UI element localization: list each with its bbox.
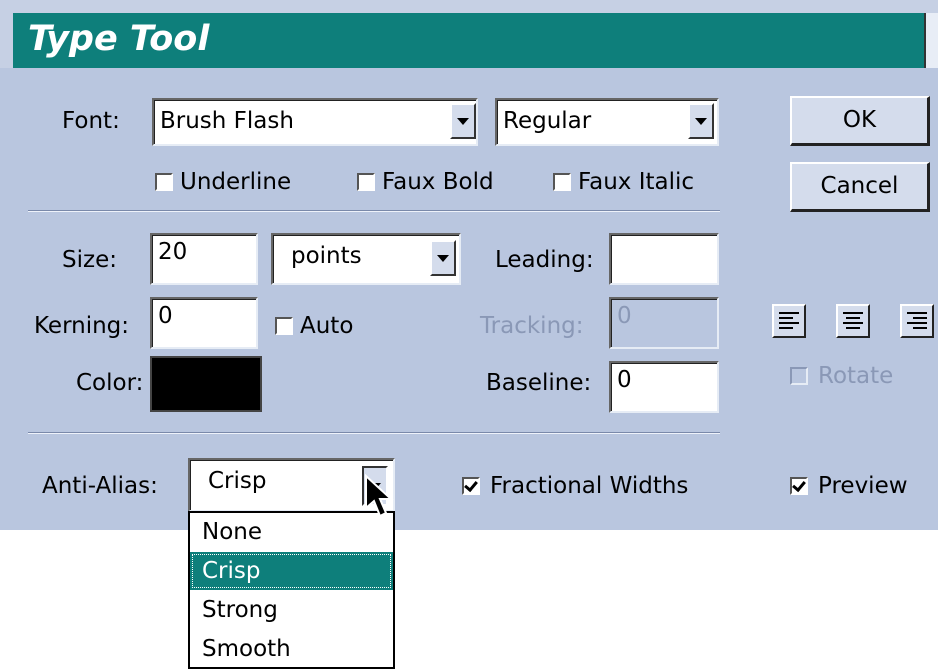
rotate-checkbox[interactable]: [790, 367, 808, 385]
font-style-select[interactable]: Regular: [495, 98, 719, 146]
baseline-value: 0: [617, 367, 632, 393]
preview-label: Preview: [818, 473, 908, 499]
auto-kerning-checkbox[interactable]: [275, 317, 293, 335]
kerning-input[interactable]: 0: [150, 297, 258, 349]
anti-alias-label: Anti-Alias:: [42, 473, 158, 499]
leading-input[interactable]: [609, 233, 719, 285]
size-value: 20: [158, 239, 188, 265]
anti-alias-dropdown-list: None Crisp Strong Smooth: [188, 511, 395, 669]
ok-button[interactable]: OK: [790, 96, 930, 146]
window-title: Type Tool: [28, 19, 210, 59]
font-family-select[interactable]: Brush Flash: [152, 98, 478, 146]
anti-alias-value: Crisp: [208, 468, 267, 494]
font-family-value: Brush Flash: [160, 108, 294, 134]
font-style-value: Regular: [503, 108, 592, 134]
size-unit-value: points: [291, 243, 362, 269]
cancel-button[interactable]: Cancel: [790, 162, 930, 212]
preview-checkbox[interactable]: [790, 477, 808, 495]
tracking-label: Tracking:: [480, 313, 584, 339]
size-unit-dropdown-arrow[interactable]: [430, 240, 456, 276]
align-right-button[interactable]: [900, 304, 934, 338]
kerning-value: 0: [158, 303, 173, 329]
mouse-cursor-icon: [365, 474, 394, 518]
kerning-label: Kerning:: [34, 313, 130, 339]
font-label: Font:: [62, 108, 120, 134]
anti-alias-option-crisp[interactable]: Crisp: [190, 552, 393, 590]
rotate-label: Rotate: [818, 363, 894, 389]
separator-bottom: [28, 432, 720, 434]
tracking-value: 0: [617, 303, 632, 329]
anti-alias-option-none[interactable]: None: [190, 513, 393, 551]
leading-label: Leading:: [495, 247, 594, 273]
fractional-widths-checkbox[interactable]: [462, 477, 480, 495]
font-family-dropdown-arrow[interactable]: [450, 103, 476, 139]
faux-bold-checkbox[interactable]: [357, 173, 375, 191]
baseline-label: Baseline:: [486, 370, 592, 396]
tracking-input[interactable]: 0: [609, 297, 719, 349]
fractional-widths-label: Fractional Widths: [490, 473, 689, 499]
anti-alias-option-smooth[interactable]: Smooth: [190, 630, 393, 668]
size-input[interactable]: 20: [150, 233, 258, 285]
color-swatch[interactable]: [150, 356, 262, 412]
separator-top: [28, 210, 720, 212]
align-center-button[interactable]: [836, 304, 870, 338]
baseline-input[interactable]: 0: [609, 361, 719, 413]
size-label: Size:: [62, 247, 117, 273]
faux-italic-label: Faux Italic: [578, 169, 695, 195]
underline-checkbox[interactable]: [155, 173, 173, 191]
font-style-dropdown-arrow[interactable]: [688, 103, 714, 139]
title-bar-edge: [924, 13, 938, 68]
align-left-button[interactable]: [772, 304, 806, 338]
faux-bold-label: Faux Bold: [382, 169, 494, 195]
anti-alias-option-strong[interactable]: Strong: [190, 591, 393, 629]
auto-kerning-label: Auto: [300, 313, 354, 339]
underline-label: Underline: [180, 169, 292, 195]
color-label: Color:: [76, 370, 144, 396]
faux-italic-checkbox[interactable]: [553, 173, 571, 191]
